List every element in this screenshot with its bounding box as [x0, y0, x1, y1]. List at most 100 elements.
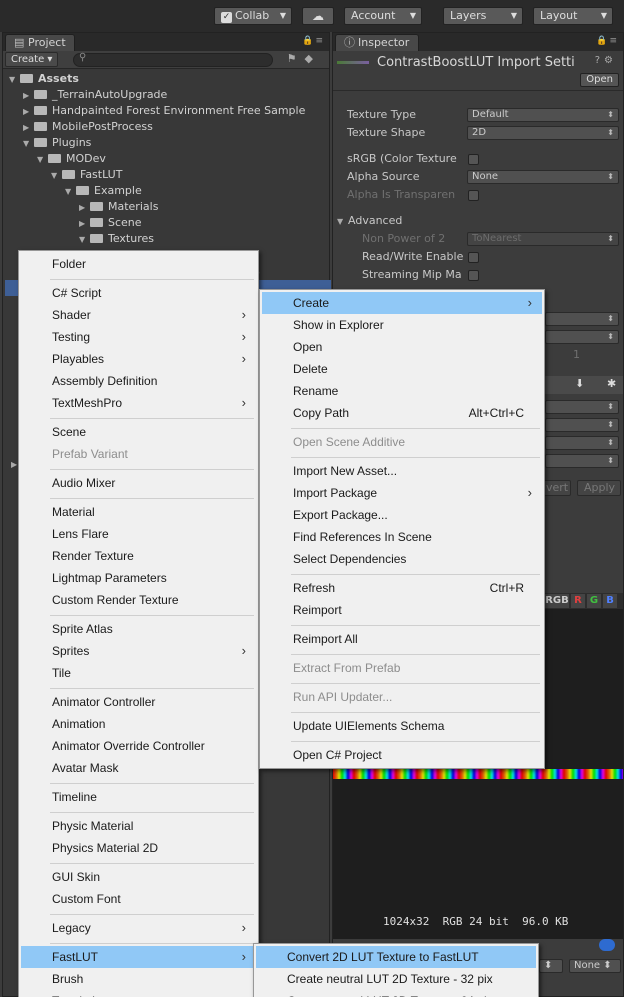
menu-item-playables[interactable]: Playables ›	[21, 348, 256, 370]
dropdown-d[interactable]: ⬍	[545, 418, 619, 432]
menu-item-terrain-layer[interactable]: Terrain Layer	[21, 990, 256, 997]
context-item-reimport-all[interactable]: Reimport All	[262, 628, 542, 650]
menu-item-animator-controller[interactable]: Animator Controller	[21, 691, 256, 713]
menu-item-animator-override-controller[interactable]: Animator Override Controller	[21, 735, 256, 757]
menu-item-material[interactable]: Material	[21, 501, 256, 523]
panel-menu-icon[interactable]: 🔒≡	[302, 36, 325, 46]
srgb-checkbox[interactable]	[468, 154, 479, 165]
context-item-find-references-in-scene[interactable]: Find References In Scene	[262, 526, 542, 548]
menu-item-custom-font[interactable]: Custom Font	[21, 888, 256, 910]
dropdown-a[interactable]: ⬍	[545, 312, 619, 326]
collapse-arrow-icon[interactable]: ▼	[37, 152, 48, 168]
texture-type-dropdown[interactable]: Default ⬍	[467, 108, 619, 122]
tree-item-fastlut[interactable]: ▼ FastLUT	[51, 167, 122, 183]
collapse-arrow-icon[interactable]: ▼	[23, 136, 34, 152]
menu-item-lens-flare[interactable]: Lens Flare	[21, 523, 256, 545]
layout-dropdown[interactable]: Layout ▼	[533, 7, 613, 25]
streaming-checkbox[interactable]	[468, 270, 479, 281]
menu-item-render-texture[interactable]: Render Texture	[21, 545, 256, 567]
tag-icon[interactable]	[599, 939, 615, 951]
alpha-source-dropdown[interactable]: None ⬍	[467, 170, 619, 184]
assetbundle-dropdown[interactable]: ⬍	[539, 959, 563, 973]
collapse-arrow-icon[interactable]: ▼	[51, 168, 62, 184]
expand-arrow-icon[interactable]: ▶	[23, 120, 34, 136]
alpha-transparent-checkbox[interactable]	[468, 190, 479, 201]
menu-item-physics-material-2d[interactable]: Physics Material 2D	[21, 837, 256, 859]
menu-item-scene[interactable]: Scene	[21, 421, 256, 443]
tab-project[interactable]: ▤ Project	[5, 34, 75, 51]
menu-item-assembly-definition[interactable]: Assembly Definition	[21, 370, 256, 392]
platform-tabs[interactable]: ⬇ ✱	[545, 376, 623, 394]
filter-icons[interactable]: ⚑◆	[287, 52, 321, 65]
context-item-select-dependencies[interactable]: Select Dependencies	[262, 548, 542, 570]
menu-item-legacy[interactable]: Legacy ›	[21, 917, 256, 939]
search-input[interactable]: ⚲	[73, 52, 273, 67]
tree-item-scene[interactable]: ▶ Scene	[79, 215, 142, 231]
context-item-import-package[interactable]: Import Package ›	[262, 482, 542, 504]
menu-item-gui-skin[interactable]: GUI Skin	[21, 866, 256, 888]
menu-item-c-script[interactable]: C# Script	[21, 282, 256, 304]
tree-item-mobilepostprocess[interactable]: ▶ MobilePostProcess	[23, 119, 153, 135]
expand-arrow-icon[interactable]: ▶	[79, 200, 90, 216]
slider-value[interactable]: 1	[573, 347, 580, 363]
menu-item-physic-material[interactable]: Physic Material	[21, 815, 256, 837]
menu-item-testing[interactable]: Testing ›	[21, 326, 256, 348]
context-item-reimport[interactable]: Reimport	[262, 599, 542, 621]
context-item-import-new-asset[interactable]: Import New Asset...	[262, 460, 542, 482]
dropdown-f[interactable]: ⬍	[545, 454, 619, 468]
download-icon[interactable]: ⬇	[575, 377, 584, 390]
menu-item-brush[interactable]: Brush	[21, 968, 256, 990]
context-item-show-in-explorer[interactable]: Show in Explorer	[262, 314, 542, 336]
menu-item-lightmap-parameters[interactable]: Lightmap Parameters	[21, 567, 256, 589]
dropdown-b[interactable]: ⬍	[545, 330, 619, 344]
context-item-create[interactable]: Create ›	[262, 292, 542, 314]
context-item-open-c-project[interactable]: Open C# Project	[262, 744, 542, 766]
channel-rgb-button[interactable]: RGB	[545, 594, 569, 608]
fastlut-item-create-neutral-lut-2d-texture-32-pix[interactable]: Create neutral LUT 2D Texture - 32 pix	[256, 968, 536, 990]
context-item-open[interactable]: Open	[262, 336, 542, 358]
context-item-rename[interactable]: Rename	[262, 380, 542, 402]
cloud-icon[interactable]: ☁	[302, 7, 334, 25]
channel-r-button[interactable]: R	[571, 594, 585, 608]
tree-item-assets[interactable]: ▼ Assets	[9, 71, 79, 87]
menu-item-sprite-atlas[interactable]: Sprite Atlas	[21, 618, 256, 640]
context-item-export-package[interactable]: Export Package...	[262, 504, 542, 526]
context-item-update-uielements-schema[interactable]: Update UIElements Schema	[262, 715, 542, 737]
menu-item-custom-render-texture[interactable]: Custom Render Texture	[21, 589, 256, 611]
tree-item-handpainted-forest-environment-free-sample[interactable]: ▶ Handpainted Forest Environment Free Sam…	[23, 103, 305, 119]
fastlut-item-create-neutral-lut-2d-texture-64-pix[interactable]: Create neutral LUT 2D Texture - 64 pix	[256, 990, 536, 997]
fastlut-item-convert-2d-lut-texture-to-fastlut[interactable]: Convert 2D LUT Texture to FastLUT	[256, 946, 536, 968]
context-item-delete[interactable]: Delete	[262, 358, 542, 380]
expand-arrow-icon[interactable]: ▶	[23, 88, 34, 104]
tree-item-modev[interactable]: ▼ MODev	[37, 151, 106, 167]
tab-inspector[interactable]: ⓘ Inspector	[335, 34, 419, 51]
collapse-arrow-icon[interactable]: ▼	[79, 232, 90, 248]
tree-item-terrainautoupgrade[interactable]: ▶ _TerrainAutoUpgrade	[23, 87, 167, 103]
collapse-arrow-icon[interactable]: ▼	[9, 72, 20, 88]
tree-item-textures[interactable]: ▼ Textures	[79, 231, 154, 247]
tree-item-materials[interactable]: ▶ Materials	[79, 199, 158, 215]
advanced-foldout[interactable]: ▼ Advanced	[337, 213, 402, 229]
npot-dropdown[interactable]: ToNearest ⬍	[467, 232, 619, 246]
menu-item-shader[interactable]: Shader ›	[21, 304, 256, 326]
tree-item-example[interactable]: ▼ Example	[65, 183, 142, 199]
collab-button[interactable]: ✓ Collab ▼	[214, 7, 292, 25]
texture-shape-dropdown[interactable]: 2D ⬍	[467, 126, 619, 140]
account-button[interactable]: Account ▼	[344, 7, 422, 25]
panel-menu-icon[interactable]: 🔒≡	[596, 36, 619, 46]
menu-item-avatar-mask[interactable]: Avatar Mask	[21, 757, 256, 779]
readwrite-checkbox[interactable]	[468, 252, 479, 263]
menu-item-fastlut[interactable]: FastLUT ›	[21, 946, 256, 968]
context-item-copy-path[interactable]: Copy Path Alt+Ctrl+C	[262, 402, 542, 424]
dropdown-e[interactable]: ⬍	[545, 436, 619, 450]
menu-item-sprites[interactable]: Sprites ›	[21, 640, 256, 662]
channel-g-button[interactable]: G	[587, 594, 601, 608]
variant-dropdown[interactable]: None ⬍	[569, 959, 621, 973]
collapse-arrow-icon[interactable]: ▼	[65, 184, 76, 200]
dropdown-c[interactable]: ⬍	[545, 400, 619, 414]
menu-item-folder[interactable]: Folder	[21, 253, 256, 275]
open-button[interactable]: Open	[580, 73, 619, 87]
create-button[interactable]: Create ▾	[5, 52, 59, 67]
menu-item-audio-mixer[interactable]: Audio Mixer	[21, 472, 256, 494]
expand-arrow-icon[interactable]: ▶	[23, 104, 34, 120]
